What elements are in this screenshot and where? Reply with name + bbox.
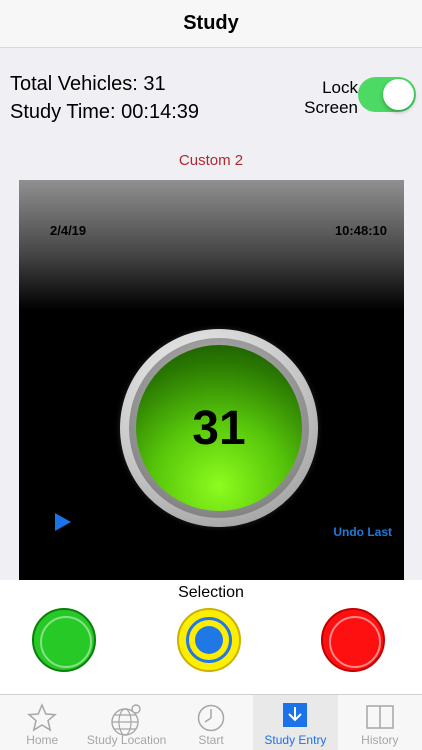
tab-study-entry-label: Study Entry — [264, 733, 327, 747]
toggle-knob — [383, 79, 414, 110]
study-time-text: Study Time: 00:14:39 — [10, 101, 200, 123]
count-button[interactable]: 31 — [120, 329, 318, 527]
navigation-bar: Study — [0, 0, 422, 48]
tab-study-entry[interactable]: Study Entry — [253, 695, 338, 750]
vehicle-count: 31 — [192, 401, 246, 455]
lock-label-line2: Screen — [304, 98, 358, 117]
study-stats: Total Vehicles: 31 Study Time: 00:14:39 — [10, 70, 199, 126]
download-icon — [283, 703, 308, 727]
lock-label-line1: Lock — [322, 78, 358, 97]
tab-study-location[interactable]: Study Location — [84, 695, 168, 750]
tab-start-label: Start — [198, 733, 224, 747]
tab-bar: Home Study Location Start Study Entry Hi… — [0, 694, 422, 750]
tab-history-label: History — [361, 733, 399, 747]
total-vehicles-text: Total Vehicles: 31 — [10, 73, 166, 95]
book-icon — [366, 705, 394, 729]
yellow-target-selection-button[interactable] — [177, 608, 241, 672]
target-center — [195, 626, 223, 654]
star-icon — [27, 703, 58, 732]
date-text: 2/4/19 — [50, 223, 87, 238]
selection-label: Selection — [178, 584, 244, 601]
time-text: 10:48:10 — [334, 223, 387, 238]
selection-area: Selection — [0, 580, 422, 694]
globe-pin-icon — [110, 704, 141, 736]
lock-screen-toggle[interactable] — [358, 77, 416, 112]
red-selection-button[interactable] — [321, 608, 385, 672]
clock-icon — [197, 704, 225, 732]
play-icon[interactable] — [55, 513, 71, 531]
page-title: Study — [183, 12, 239, 34]
custom-label: Custom 2 — [178, 152, 244, 169]
tab-start[interactable]: Start — [169, 695, 253, 750]
lock-screen-label: Lock Screen — [300, 78, 358, 118]
tab-home-label: Home — [26, 733, 59, 747]
tab-home[interactable]: Home — [0, 695, 84, 750]
undo-last-button[interactable]: Undo Last — [333, 525, 392, 539]
tab-history[interactable]: History — [338, 695, 422, 750]
counter-panel: 2/4/19 10:48:10 31 Undo Last — [19, 180, 404, 580]
green-selection-button[interactable] — [32, 608, 96, 672]
